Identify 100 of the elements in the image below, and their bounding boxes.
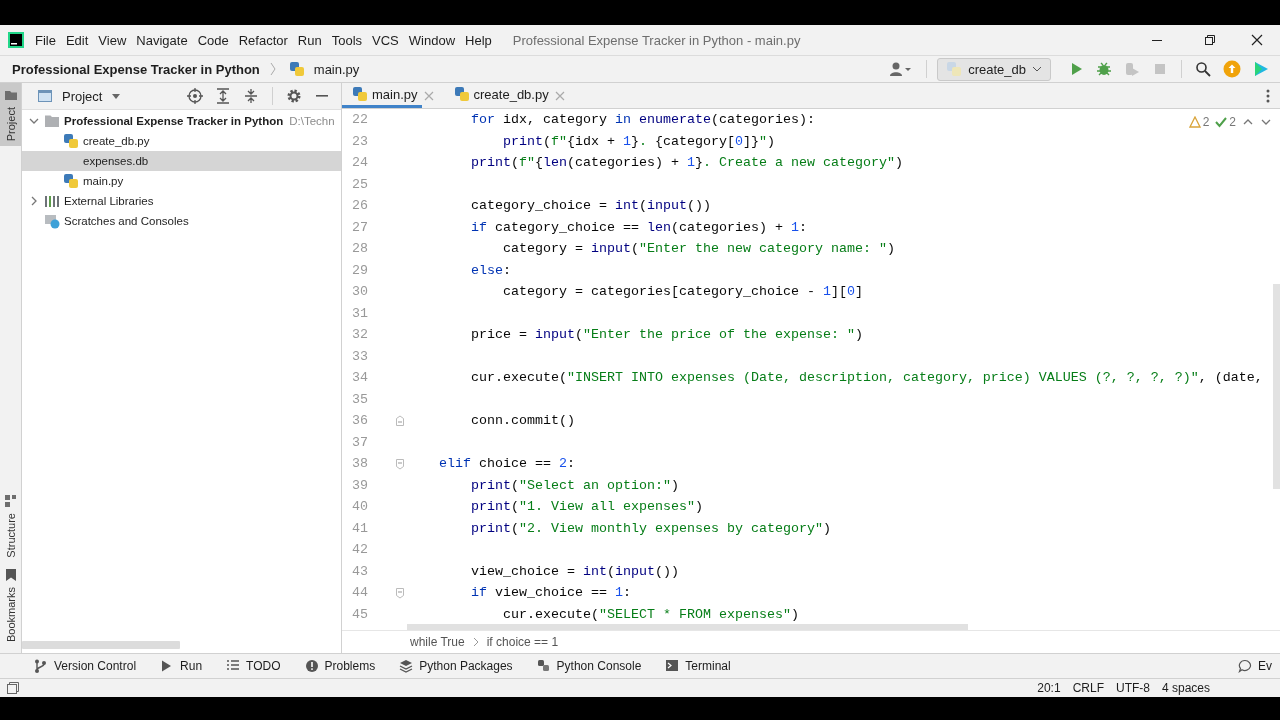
code-line: view_choice = int(input()) bbox=[470, 563, 679, 579]
library-icon bbox=[44, 193, 60, 209]
python-file-icon bbox=[453, 86, 470, 102]
inspection-counter[interactable]: 2 bbox=[1188, 115, 1210, 129]
layers-icon bbox=[399, 659, 414, 673]
status-item[interactable]: CRLF bbox=[1072, 681, 1104, 695]
more-icon[interactable] bbox=[1266, 88, 1270, 103]
tool-window-button[interactable]: Python Packages bbox=[399, 659, 513, 673]
breadcrumb[interactable]: if choice == 1 bbox=[486, 635, 559, 649]
line-number: 44 bbox=[351, 585, 368, 601]
python-file-icon bbox=[63, 173, 79, 189]
line-number: 30 bbox=[351, 284, 368, 300]
code-line: print("1. View all expenses") bbox=[470, 499, 703, 515]
tool-window-button[interactable]: Terminal bbox=[665, 659, 731, 673]
settings-icon[interactable] bbox=[286, 88, 302, 104]
line-number: 27 bbox=[351, 219, 368, 235]
scratches-icon bbox=[44, 213, 60, 229]
fold-marker-icon[interactable] bbox=[395, 586, 405, 599]
tree-item[interactable]: expenses.db bbox=[83, 155, 149, 167]
editor-tab[interactable]: create_db.py bbox=[443, 83, 553, 108]
tool-window-button[interactable]: Run bbox=[160, 659, 203, 673]
line-number: 28 bbox=[351, 241, 368, 257]
panel-icon bbox=[37, 88, 53, 104]
status-item[interactable]: UTF-8 bbox=[1115, 681, 1150, 695]
code-line: else: bbox=[470, 262, 511, 278]
code-line: category_choice = int(input()) bbox=[470, 198, 711, 214]
menu-item[interactable]: VCS bbox=[367, 32, 404, 48]
chevron-icon bbox=[472, 637, 479, 647]
check-icon bbox=[1215, 116, 1228, 128]
menu-item[interactable]: View bbox=[93, 32, 132, 48]
window-title: Professional Expense Tracker in Python - main.py bbox=[512, 32, 802, 48]
menu-item[interactable]: Run bbox=[292, 32, 327, 48]
code-line: elif choice == 2: bbox=[438, 456, 575, 472]
scrollbar-thumb[interactable] bbox=[22, 641, 180, 649]
editor-tab[interactable]: main.py bbox=[342, 83, 422, 108]
line-number: 23 bbox=[351, 133, 368, 149]
tool-window-button[interactable]: TODO bbox=[226, 659, 281, 673]
tree-item[interactable]: External Libraries bbox=[64, 195, 154, 207]
close-icon[interactable] bbox=[1251, 34, 1263, 46]
expand-all-icon[interactable] bbox=[215, 88, 231, 104]
menu-item[interactable]: Window bbox=[403, 32, 461, 48]
menu-item[interactable]: File bbox=[30, 32, 61, 48]
tool-window-button[interactable]: Version Control bbox=[34, 659, 137, 673]
tool-window-button[interactable]: Ev bbox=[1238, 659, 1272, 673]
restore-icon[interactable] bbox=[1204, 34, 1216, 46]
side-tab[interactable]: Bookmarks bbox=[0, 562, 21, 647]
breadcrumb-file[interactable]: main.py bbox=[313, 61, 360, 77]
line-number: 38 bbox=[351, 456, 368, 472]
tree-item[interactable]: Scratches and Consoles bbox=[64, 215, 189, 227]
collapse-all-icon[interactable] bbox=[243, 88, 259, 104]
line-number: 34 bbox=[351, 370, 368, 386]
side-tab[interactable]: Project bbox=[0, 83, 21, 147]
tree-item[interactable]: main.py bbox=[83, 175, 124, 187]
bug-icon[interactable] bbox=[1096, 61, 1112, 77]
menu-item[interactable]: Refactor bbox=[233, 32, 293, 48]
panel-toggle-icon[interactable] bbox=[6, 681, 20, 695]
code-line: category = input("Enter the new category name: ") bbox=[501, 241, 895, 257]
console-icon bbox=[536, 659, 551, 673]
user-icon[interactable] bbox=[889, 61, 914, 77]
tree-item[interactable]: create_db.py bbox=[83, 135, 150, 147]
breadcrumb[interactable]: while True bbox=[410, 635, 465, 649]
menu-item[interactable]: Edit bbox=[60, 32, 94, 48]
scrollbar-thumb[interactable] bbox=[407, 624, 968, 630]
fold-marker-icon[interactable] bbox=[395, 457, 405, 470]
run-config-dropdown[interactable]: create_db bbox=[937, 57, 1051, 81]
line-number: 35 bbox=[351, 391, 368, 407]
line-number: 36 bbox=[351, 413, 368, 429]
tool-window-button[interactable]: Python Console bbox=[536, 659, 642, 673]
line-number: 43 bbox=[351, 563, 368, 579]
search-icon[interactable] bbox=[1195, 61, 1211, 77]
python-file-icon bbox=[352, 86, 368, 102]
breadcrumb-project[interactable]: Professional Expense Tracker in Python bbox=[12, 61, 260, 77]
menu-item[interactable]: Tools bbox=[326, 32, 368, 48]
folder-icon bbox=[3, 88, 18, 102]
code-line: print(f"{idx + 1}. {category[0]}") bbox=[501, 133, 775, 149]
code-line: cur.execute("SELECT * FROM expenses") bbox=[501, 606, 799, 622]
branch-icon bbox=[34, 659, 48, 673]
tool-window-button[interactable]: Problems bbox=[304, 659, 376, 673]
python-file-icon bbox=[63, 133, 79, 149]
python-file-icon bbox=[946, 61, 963, 77]
fold-marker-icon[interactable] bbox=[395, 414, 405, 427]
chevron-down-icon bbox=[1032, 64, 1042, 74]
inspection-counter[interactable]: 2 bbox=[1215, 115, 1236, 129]
tree-item[interactable]: Professional Expense Tracker in Python bbox=[64, 115, 284, 127]
caret-icon[interactable] bbox=[111, 91, 122, 101]
bookmark-icon bbox=[3, 567, 18, 582]
menu-item[interactable]: Code bbox=[192, 32, 234, 48]
panel-title[interactable]: Project bbox=[62, 88, 103, 104]
status-item[interactable]: 20:1 bbox=[1037, 681, 1061, 695]
status-item[interactable]: 4 spaces bbox=[1161, 681, 1210, 695]
locate-icon[interactable] bbox=[187, 88, 203, 104]
chevron-icon bbox=[268, 61, 277, 77]
scrollbar-thumb[interactable] bbox=[1273, 284, 1280, 489]
menu-item[interactable]: Help bbox=[460, 32, 497, 48]
menu-item[interactable]: Navigate bbox=[131, 32, 193, 48]
line-number: 41 bbox=[351, 520, 368, 536]
structure-icon bbox=[3, 494, 18, 509]
side-tab[interactable]: Structure bbox=[0, 489, 21, 563]
app-logo-icon bbox=[8, 32, 24, 48]
line-number: 42 bbox=[351, 542, 368, 558]
